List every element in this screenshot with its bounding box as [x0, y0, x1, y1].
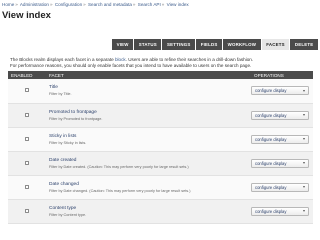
configure-display-label: configure display — [255, 112, 287, 118]
chevron-down-icon[interactable] — [303, 114, 305, 116]
configure-display-label: configure display — [255, 88, 287, 94]
table-row: Date created Filter by Date created. (Ca… — [8, 151, 313, 176]
header-facet: FACET — [46, 71, 251, 79]
enabled-checkbox[interactable] — [25, 88, 29, 93]
configure-display-label: configure display — [255, 208, 287, 214]
table-header-row: ENABLED FACET OPERATIONS — [8, 71, 313, 79]
help-line-2: For performance reasons, you should only… — [10, 63, 252, 68]
chevron-down-icon[interactable] — [303, 89, 305, 92]
facet-name: Sticky in lists — [49, 133, 77, 139]
page-title: View index — [2, 10, 51, 21]
enabled-checkbox[interactable] — [25, 160, 29, 165]
tab-fields[interactable]: FIELDS — [196, 39, 224, 50]
help-line-1-end: . Users are able to refine their searche… — [125, 57, 254, 62]
header-enabled: ENABLED — [8, 71, 46, 79]
facet-name: Date changed — [49, 181, 79, 187]
facet-description: Filter by Date changed. (Caution: This m… — [49, 188, 191, 193]
tab-facets[interactable]: FACETS — [261, 39, 291, 50]
configure-display-label: configure display — [255, 160, 287, 166]
enabled-checkbox[interactable] — [25, 136, 29, 141]
block-link[interactable]: block — [115, 57, 126, 62]
enabled-checkbox[interactable] — [25, 208, 29, 213]
facet-name: Title — [49, 85, 58, 91]
breadcrumb: Home» Administration» Configuration» Sea… — [2, 2, 318, 7]
tab-delete[interactable]: DELETE — [290, 39, 318, 50]
table-row: Promoted to frontpage Filter by Promoted… — [8, 103, 313, 128]
breadcrumb-separator: » — [15, 2, 18, 7]
header-operations: OPERATIONS — [251, 71, 313, 79]
facet-description: Filter by Promoted to frontpage. — [49, 116, 103, 121]
configure-display-button[interactable]: configure display — [251, 110, 309, 120]
breadcrumb-separator: » — [83, 2, 86, 7]
chevron-down-icon[interactable] — [303, 210, 305, 212]
breadcrumb-home[interactable]: Home — [2, 2, 14, 7]
configure-display-label: configure display — [255, 184, 287, 190]
breadcrumb-separator: » — [49, 2, 53, 7]
facets-table: ENABLED FACET OPERATIONS Title Filter by… — [8, 71, 313, 224]
facet-name: Date created — [49, 157, 77, 163]
breadcrumb-separator: » — [132, 2, 136, 7]
configure-display-button[interactable]: configure display — [251, 182, 309, 192]
chevron-down-icon[interactable] — [303, 138, 305, 140]
enabled-checkbox[interactable] — [25, 184, 29, 189]
facet-description: Filter by Sticky in lists. — [49, 140, 87, 145]
configure-display-button[interactable]: configure display — [251, 134, 309, 144]
tab-workflow[interactable]: WORKFLOW — [223, 39, 262, 50]
table-row: Date changed Filter by Date changed. (Ca… — [8, 175, 313, 200]
configure-display-label: configure display — [255, 136, 287, 142]
configure-display-button[interactable]: configure display — [251, 158, 309, 168]
tab-bar: VIEW STATUS SETTINGS FIELDS WORKFLOW FAC… — [112, 39, 318, 50]
configure-display-button[interactable]: configure display — [251, 206, 309, 216]
breadcrumb-configuration[interactable]: Configuration — [55, 2, 82, 7]
tab-view[interactable]: VIEW — [112, 39, 135, 50]
breadcrumb-view-index[interactable]: View index — [167, 2, 189, 7]
facet-description: Filter by Content type. — [49, 212, 87, 217]
breadcrumb-search-metadata[interactable]: Search and metadata — [88, 2, 132, 7]
breadcrumb-administration[interactable]: Administration — [20, 2, 49, 7]
facet-name: Content type — [49, 205, 77, 211]
table-row: Content type Filter by Content type. con… — [8, 199, 313, 224]
facet-description: Filter by Title. — [49, 92, 72, 97]
tab-settings[interactable]: SETTINGS — [162, 39, 197, 50]
breadcrumb-separator: » — [161, 2, 165, 7]
table-row: Title Filter by Title. configure display — [8, 79, 313, 104]
configure-display-button[interactable]: configure display — [251, 86, 309, 96]
chevron-down-icon[interactable] — [303, 186, 305, 188]
chevron-down-icon[interactable] — [303, 162, 305, 164]
breadcrumb-search-api[interactable]: Search API — [138, 2, 161, 7]
help-line-1-start: The Blocks realm displays each facet in … — [10, 57, 115, 62]
facet-description: Filter by Date created. (Caution: This m… — [49, 164, 189, 169]
table-row: Sticky in lists Filter by Sticky in list… — [8, 127, 313, 152]
enabled-checkbox[interactable] — [25, 112, 29, 117]
help-text: The Blocks realm displays each facet in … — [10, 57, 310, 69]
facet-name: Promoted to frontpage — [49, 109, 97, 115]
tab-status[interactable]: STATUS — [134, 39, 163, 50]
